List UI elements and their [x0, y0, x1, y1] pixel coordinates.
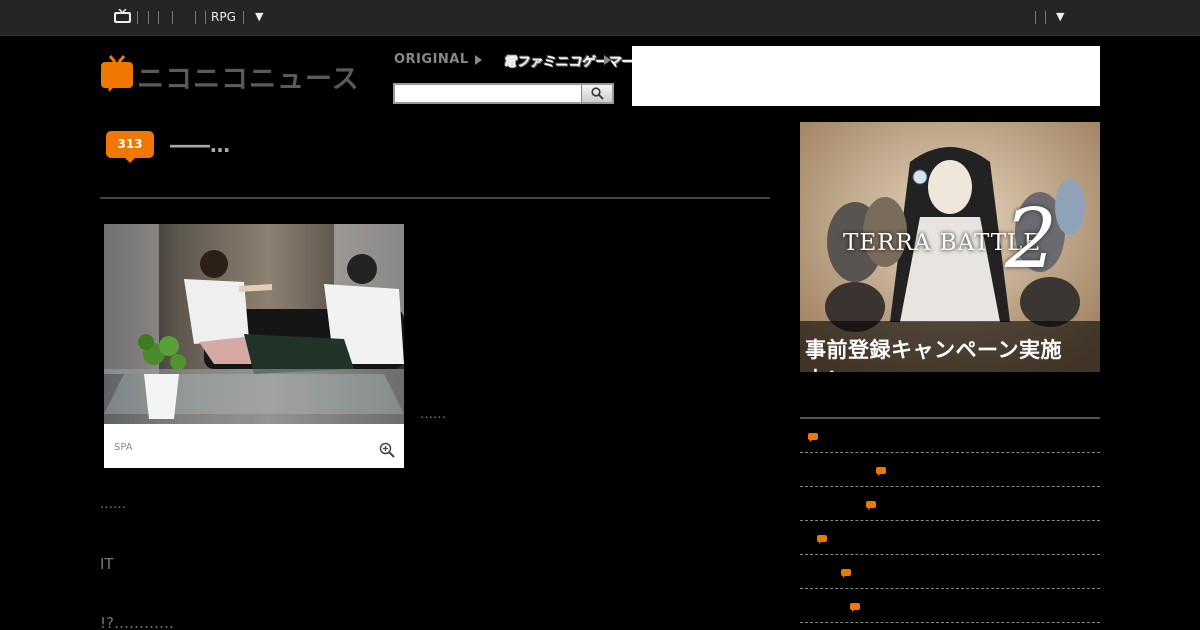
comment-bubble-icon [808, 433, 818, 443]
nav-separator [243, 11, 244, 24]
site-search-box [393, 83, 614, 104]
title-divider [100, 197, 770, 199]
article-paragraph: IT [100, 555, 114, 573]
sidebar-news-item[interactable] [800, 487, 1100, 521]
sidebar-news-item[interactable] [800, 453, 1100, 487]
comment-count: 313 [106, 131, 154, 158]
zoom-in-icon[interactable] [379, 442, 395, 458]
nav-dropdown-toggle[interactable]: ▼ [255, 10, 263, 23]
banner-game-number: 2 [1005, 192, 1058, 287]
nav-separator [1045, 11, 1046, 24]
article-paragraph: …… [420, 407, 446, 422]
nav-separator [137, 11, 138, 24]
comment-bubble-icon [841, 569, 851, 579]
article-paragraph: !?………… [100, 614, 174, 630]
article-title: ――… [170, 133, 230, 157]
photo-caption-bar: SPA [104, 424, 404, 468]
couple-argument-photo [104, 224, 404, 424]
nav-separator [158, 11, 159, 24]
nav-separator [205, 11, 206, 24]
sidebar-news-item[interactable] [800, 589, 1100, 623]
comment-count-badge[interactable]: 313 [106, 131, 154, 163]
site-logo-text[interactable]: ニコニコニュース [137, 57, 360, 96]
nav-separator [1035, 11, 1036, 24]
denfami-arrow-icon [604, 55, 611, 65]
search-button[interactable] [581, 85, 612, 102]
niconico-tv-icon[interactable] [114, 9, 131, 23]
sidebar-news-item[interactable] [800, 521, 1100, 555]
search-icon [591, 87, 604, 100]
nav-separator [148, 11, 149, 24]
top-navigation-bar: RPG ▼ ▼ [0, 0, 1200, 36]
photo-caption: SPA [114, 442, 133, 453]
original-arrow-icon [475, 55, 482, 65]
sidebar-news-item[interactable] [800, 555, 1100, 589]
user-menu-dropdown-toggle[interactable]: ▼ [1056, 10, 1064, 23]
article-photo[interactable] [104, 224, 404, 424]
comment-bubble-icon [817, 535, 827, 545]
original-link[interactable]: ORIGINAL [394, 52, 469, 67]
comment-badge-tail [124, 157, 136, 163]
comment-bubble-icon [876, 467, 886, 477]
article-paragraph: …… [100, 497, 126, 512]
nav-separator [195, 11, 196, 24]
comment-bubble-icon [866, 501, 876, 511]
search-input[interactable] [395, 85, 581, 102]
nav-separator [172, 11, 173, 24]
terra-battle-2-ad-banner[interactable]: TERRA BATTLE 2 事前登録キャンペーン実施中！ [800, 122, 1100, 372]
banner-cta-text: 事前登録キャンペーン実施中！ [805, 337, 1062, 372]
niconico-news-logo-icon[interactable] [100, 54, 134, 92]
comment-bubble-icon [850, 603, 860, 613]
sidebar-news-item[interactable] [800, 419, 1100, 453]
nav-link-rpg[interactable]: RPG [211, 10, 236, 24]
denfami-link[interactable]: 電ファミニコゲーマー [503, 51, 633, 70]
header-ad-banner[interactable] [632, 46, 1100, 106]
